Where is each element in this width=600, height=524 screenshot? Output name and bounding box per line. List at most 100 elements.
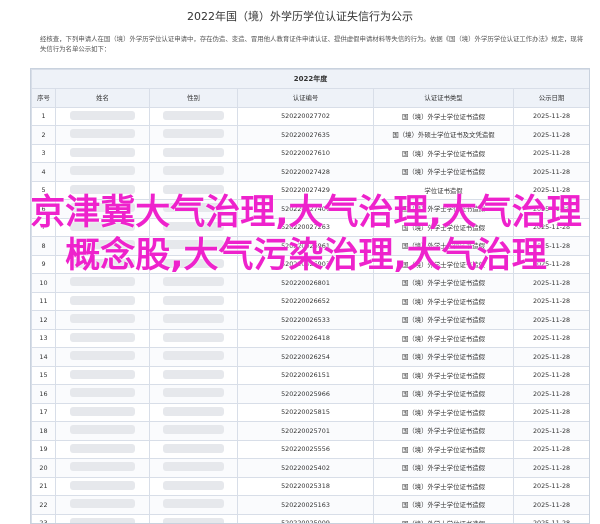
table-row: 9 520220026903 国（境）外学士学位证书造假 2025-11-28 bbox=[31, 254, 589, 274]
gender-cell-redacted bbox=[149, 365, 238, 385]
gender-cell-redacted bbox=[149, 402, 238, 422]
name-cell-redacted bbox=[55, 273, 150, 293]
table-row: 17 520220025815 国（境）外学士学位证书造假 2025-11-28 bbox=[31, 402, 589, 422]
name-cell-redacted bbox=[55, 513, 150, 523]
cert-number-cell: 520220026903 bbox=[237, 254, 374, 274]
gender-cell-redacted bbox=[149, 476, 238, 496]
cert-type-cell: 国（境）外学士学位证书造假 bbox=[373, 495, 514, 515]
table-row: 20 520220025402 国（境）外学士学位证书造假 2025-11-28 bbox=[31, 458, 589, 478]
row-number-cell: 19 bbox=[31, 439, 56, 459]
date-cell: 2025-11-28 bbox=[512, 384, 589, 404]
table-row: 16 520220025966 国（境）外学士学位证书造假 2025-11-28 bbox=[31, 384, 589, 404]
cert-number-cell: 520220026801 bbox=[237, 273, 374, 293]
cert-number-cell: 520220025318 bbox=[237, 476, 374, 496]
name-cell-redacted bbox=[55, 439, 150, 459]
table-row: 19 520220025556 国（境）外学士学位证书造假 2025-11-28 bbox=[31, 439, 589, 459]
gender-cell-redacted bbox=[149, 291, 238, 311]
name-cell-redacted bbox=[55, 476, 150, 496]
intro-text: 经核查，下列申请人在国（境）外学历学位认证申请中，存在伪造、变造、冒用他人教育证… bbox=[40, 35, 584, 53]
cert-number-cell: 520220027263 bbox=[237, 217, 374, 237]
row-number-cell: 15 bbox=[31, 365, 56, 385]
disclosure-table-container: 2022年度 序号 姓名 性别 认证编号 认证证书类型 公示日期 1 52022002770… bbox=[30, 68, 590, 524]
date-cell: 2025-11-28 bbox=[512, 180, 589, 200]
cert-type-cell: 国（境）外学士学位证书造假 bbox=[373, 421, 514, 441]
cert-number-cell: 520220027635 bbox=[237, 125, 374, 145]
row-number-cell: 13 bbox=[31, 328, 56, 348]
gender-cell-redacted bbox=[149, 328, 238, 348]
row-number-cell: 9 bbox=[31, 254, 56, 274]
row-number-cell: 10 bbox=[31, 273, 56, 293]
date-cell: 2025-11-28 bbox=[512, 402, 589, 422]
gender-cell-redacted bbox=[149, 106, 238, 126]
gender-cell-redacted bbox=[149, 199, 238, 219]
cert-number-cell: 520220026652 bbox=[237, 291, 374, 311]
row-number-cell: 4 bbox=[31, 162, 56, 182]
table-row: 14 520220026254 国（境）外学士学位证书造假 2025-11-28 bbox=[31, 347, 589, 367]
cert-type-cell: 国（境）外学士学位证书造假 bbox=[373, 254, 514, 274]
table-body: 1 520220027702 国（境）外学士学位证书造假 2025-11-28 2 520… bbox=[31, 106, 589, 523]
date-cell: 2025-11-28 bbox=[512, 513, 589, 523]
cert-number-cell: 520220026254 bbox=[237, 347, 374, 367]
date-cell: 2025-11-28 bbox=[512, 125, 589, 145]
row-number-cell: 7 bbox=[31, 217, 56, 237]
column-header: 认证证书类型 bbox=[373, 88, 514, 108]
date-cell: 2025-11-28 bbox=[512, 273, 589, 293]
row-number-cell: 11 bbox=[31, 291, 56, 311]
row-number-cell: 21 bbox=[31, 476, 56, 496]
cert-type-cell: 国（境）外学士学位证书造假 bbox=[373, 328, 514, 348]
cert-type-cell: 国（境）外学士学位证书造假 bbox=[373, 143, 514, 163]
name-cell-redacted bbox=[55, 495, 150, 515]
gender-cell-redacted bbox=[149, 347, 238, 367]
row-number-cell: 16 bbox=[31, 384, 56, 404]
table-row: 3 520220027610 国（境）外学士学位证书造假 2025-11-28 bbox=[31, 143, 589, 163]
row-number-cell: 8 bbox=[31, 236, 56, 256]
row-number-cell: 2 bbox=[31, 125, 56, 145]
cert-number-cell: 520220026533 bbox=[237, 310, 374, 330]
page-title: 2022年国（境）外学历学位认证失信行为公示 bbox=[187, 10, 413, 23]
cert-type-cell: 国（境）外学士学位证书造假 bbox=[373, 347, 514, 367]
date-cell: 2025-11-28 bbox=[512, 476, 589, 496]
table-row: 21 520220025318 国（境）外学士学位证书造假 2025-11-28 bbox=[31, 476, 589, 496]
cert-type-cell: 国（境）外学士学位证书造假 bbox=[373, 439, 514, 459]
row-number-cell: 22 bbox=[31, 495, 56, 515]
name-cell-redacted bbox=[55, 328, 150, 348]
date-cell: 2025-11-28 bbox=[512, 347, 589, 367]
cert-number-cell: 520220026151 bbox=[237, 365, 374, 385]
name-cell-redacted bbox=[55, 236, 150, 256]
cert-number-cell: 520220027702 bbox=[237, 106, 374, 126]
cert-type-cell: 国（境）外学士学位证书造假 bbox=[373, 384, 514, 404]
name-cell-redacted bbox=[55, 384, 150, 404]
gender-cell-redacted bbox=[149, 384, 238, 404]
date-cell: 2025-11-28 bbox=[512, 106, 589, 126]
cert-number-cell: 520220027407 bbox=[237, 199, 374, 219]
gender-cell-redacted bbox=[149, 254, 238, 274]
row-number-cell: 17 bbox=[31, 402, 56, 422]
row-number-cell: 20 bbox=[31, 458, 56, 478]
table-row: 4 520220027428 国（境）外学士学位证书造假 2025-11-28 bbox=[31, 162, 589, 182]
gender-cell-redacted bbox=[149, 458, 238, 478]
cert-number-cell: 520220027610 bbox=[237, 143, 374, 163]
date-cell: 2025-11-28 bbox=[512, 162, 589, 182]
date-cell: 2025-11-28 bbox=[512, 495, 589, 515]
table-row: 8 520220026961 国（境）外学士学位证书造假 2025-11-28 bbox=[31, 236, 589, 256]
cert-number-cell: 520220026961 bbox=[237, 236, 374, 256]
cert-number-cell: 520220025402 bbox=[237, 458, 374, 478]
cert-type-cell: 国（境）外学士学位证书造假 bbox=[373, 476, 514, 496]
column-header: 姓名 bbox=[55, 88, 150, 108]
cert-type-cell: 国（境）外学士学位证书造假 bbox=[373, 291, 514, 311]
cert-number-cell: 520220025556 bbox=[237, 439, 374, 459]
date-cell: 2025-11-28 bbox=[512, 143, 589, 163]
name-cell-redacted bbox=[55, 310, 150, 330]
cert-number-cell: 520220025163 bbox=[237, 495, 374, 515]
table-row: 2 520220027635 国（境）外硕士学位证书及文凭造假 2025-11-28 bbox=[31, 125, 589, 145]
name-cell-redacted bbox=[55, 180, 150, 200]
date-cell: 2025-11-28 bbox=[512, 199, 589, 219]
table-row: 6 520220027407 国（境）外学士学位证书造假 2025-11-28 bbox=[31, 199, 589, 219]
name-cell-redacted bbox=[55, 254, 150, 274]
table-row: 22 520220025163 国（境）外学士学位证书造假 2025-11-28 bbox=[31, 495, 589, 515]
cert-type-cell: 国（境）外学士学位证书造假 bbox=[373, 106, 514, 126]
cert-type-cell: 国（境）外硕士学位证书及文凭造假 bbox=[373, 125, 514, 145]
gender-cell-redacted bbox=[149, 513, 238, 523]
year-title: 2022年度 bbox=[31, 69, 589, 89]
date-cell: 2025-11-28 bbox=[512, 217, 589, 237]
